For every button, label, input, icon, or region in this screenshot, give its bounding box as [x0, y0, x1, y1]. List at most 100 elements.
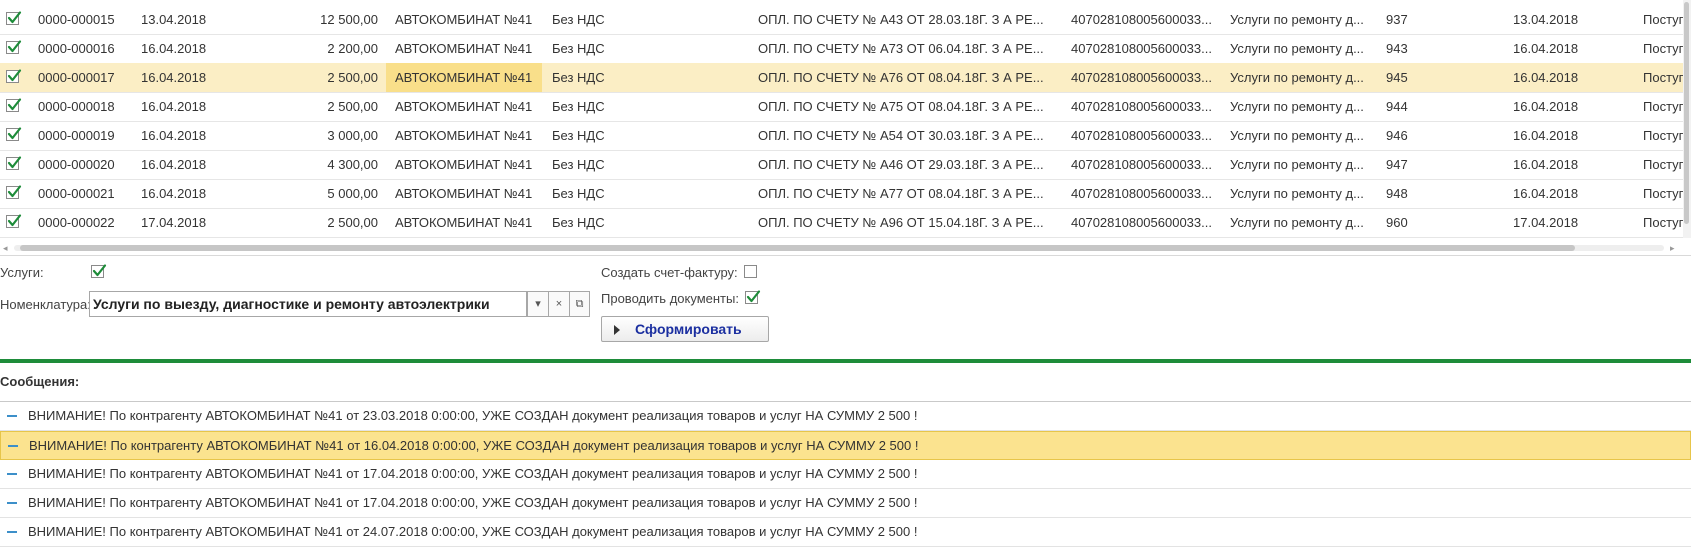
table-row[interactable]: 0000-000017 16.04.2018 2 500,00 АВТОКОМБИНА…	[0, 63, 1683, 93]
cell-counterparty: АВТОКОМБИНАТ №41	[395, 186, 533, 201]
horizontal-scrollbar[interactable]: ◂ ▸	[0, 242, 1683, 254]
dash-icon	[7, 473, 17, 475]
cell-service: Услуги по ремонту д...	[1230, 157, 1364, 172]
checkmark-icon	[7, 156, 22, 169]
row-checkbox[interactable]	[6, 156, 22, 170]
row-checkbox[interactable]	[6, 214, 22, 228]
cell-type: Поступ	[1643, 12, 1683, 27]
message-item[interactable]: ВНИМАНИЕ! По контрагенту АВТОКОМБИНАТ №4…	[0, 518, 1691, 547]
cell-type: Поступ	[1643, 128, 1683, 143]
scroll-left-icon[interactable]: ◂	[3, 242, 8, 254]
cell-date: 16.04.2018	[141, 99, 207, 114]
post-documents-checkbox[interactable]	[745, 290, 761, 304]
checkmark-icon	[7, 185, 22, 198]
cell-purpose: ОПЛ. ПО СЧЕТУ № А96 ОТ 15.04.18Г. З А РЕ…	[758, 215, 1044, 230]
cell-number: 0000-000021	[38, 186, 115, 201]
table-row[interactable]: 0000-000021 16.04.2018 5 000,00 АВТОКОМБИНА…	[0, 179, 1683, 209]
message-text: ВНИМАНИЕ! По контрагенту АВТОКОМБИНАТ №4…	[28, 466, 918, 481]
row-checkbox[interactable]	[6, 127, 22, 141]
nomenclature-dropdown-button[interactable]: ▾	[527, 291, 549, 317]
table-row[interactable]: 0000-000015 13.04.2018 12 500,00 АВТОКОМБИН…	[0, 5, 1683, 35]
message-item[interactable]: ВНИМАНИЕ! По контрагенту АВТОКОМБИНАТ №4…	[0, 431, 1691, 460]
table-row[interactable]: 0000-000018 16.04.2018 2 500,00 АВТОКОМБИНА…	[0, 92, 1683, 122]
dash-icon	[7, 415, 17, 417]
row-checkbox[interactable]	[6, 185, 22, 199]
cell-date: 16.04.2018	[141, 128, 207, 143]
cell-service: Услуги по ремонту д...	[1230, 12, 1364, 27]
scroll-right-icon[interactable]: ▸	[1670, 242, 1675, 254]
nomenclature-clear-button[interactable]: ×	[548, 291, 570, 317]
cell-vat: Без НДС	[552, 128, 605, 143]
section-separator	[0, 359, 1691, 363]
checkmark-icon	[7, 11, 22, 24]
message-item[interactable]: ВНИМАНИЕ! По контрагенту АВТОКОМБИНАТ №4…	[0, 489, 1691, 518]
services-checkbox[interactable]	[91, 264, 107, 278]
nomenclature-field[interactable]	[89, 291, 527, 317]
row-checkbox[interactable]	[6, 40, 22, 54]
cell-amount: 5 000,00	[327, 186, 378, 201]
table-bottom-divider	[0, 255, 1691, 256]
cell-doc-date: 17.04.2018	[1513, 215, 1579, 230]
services-label: Услуги:	[0, 265, 44, 280]
cell-vat: Без НДС	[552, 99, 605, 114]
generate-button[interactable]: Сформировать	[601, 316, 769, 342]
nomenclature-input[interactable]	[93, 294, 525, 314]
cell-doc-date: 16.04.2018	[1513, 128, 1579, 143]
cell-service: Услуги по ремонту д...	[1230, 41, 1364, 56]
chevron-down-icon: ▾	[535, 298, 541, 310]
table-row[interactable]: 0000-000022 17.04.2018 2 500,00 АВТОКОМБИНА…	[0, 208, 1683, 238]
cell-doc-no: 948	[1386, 186, 1408, 201]
nomenclature-open-button[interactable]: ⧉	[569, 291, 590, 317]
message-text: ВНИМАНИЕ! По контрагенту АВТОКОМБИНАТ №4…	[28, 408, 918, 423]
cell-service: Услуги по ремонту д...	[1230, 186, 1364, 201]
cell-account: 407028108005600033...	[1071, 12, 1212, 27]
checkmark-icon	[746, 290, 761, 303]
cell-counterparty: АВТОКОМБИНАТ №41	[395, 99, 533, 114]
cell-type: Поступ	[1643, 186, 1683, 201]
cell-account: 407028108005600033...	[1071, 157, 1212, 172]
cell-date: 16.04.2018	[141, 186, 207, 201]
horizontal-scrollbar-thumb[interactable]	[20, 245, 1575, 251]
cell-service: Услуги по ремонту д...	[1230, 215, 1364, 230]
create-invoice-checkbox[interactable]	[744, 265, 757, 278]
table-row[interactable]: 0000-000019 16.04.2018 3 000,00 АВТОКОМБИНА…	[0, 121, 1683, 151]
dash-icon	[7, 502, 17, 504]
cell-date: 17.04.2018	[141, 215, 207, 230]
table-row[interactable]: 0000-000016 16.04.2018 2 200,00 АВТОКОМБИНА…	[0, 34, 1683, 64]
message-item[interactable]: ВНИМАНИЕ! По контрагенту АВТОКОМБИНАТ №4…	[0, 460, 1691, 489]
cell-purpose: ОПЛ. ПО СЧЕТУ № А54 ОТ 30.03.18Г. З А РЕ…	[758, 128, 1044, 143]
cell-amount: 2 500,00	[327, 70, 378, 85]
table-row[interactable]: 0000-000020 16.04.2018 4 300,00 АВТОКОМБИНА…	[0, 150, 1683, 180]
cell-number: 0000-000022	[38, 215, 115, 230]
vertical-scrollbar-thumb[interactable]	[1684, 2, 1689, 224]
cell-vat: Без НДС	[552, 41, 605, 56]
message-text: ВНИМАНИЕ! По контрагенту АВТОКОМБИНАТ №4…	[28, 524, 918, 539]
cell-date: 16.04.2018	[141, 157, 207, 172]
message-item[interactable]: ВНИМАНИЕ! По контрагенту АВТОКОМБИНАТ №4…	[0, 402, 1691, 431]
open-window-icon: ⧉	[575, 298, 584, 310]
cell-purpose: ОПЛ. ПО СЧЕТУ № А73 ОТ 06.04.18Г. З А РЕ…	[758, 41, 1044, 56]
cell-account: 407028108005600033...	[1071, 70, 1212, 85]
dash-icon	[8, 445, 18, 447]
cell-amount: 4 300,00	[327, 157, 378, 172]
close-icon: ×	[555, 298, 563, 310]
cell-doc-date: 13.04.2018	[1513, 12, 1579, 27]
cell-doc-date: 16.04.2018	[1513, 186, 1579, 201]
cell-counterparty: АВТОКОМБИНАТ №41	[395, 128, 533, 143]
cell-doc-no: 960	[1386, 215, 1408, 230]
vertical-scrollbar[interactable]	[1683, 0, 1691, 238]
cell-purpose: ОПЛ. ПО СЧЕТУ № А77 ОТ 08.04.18Г. З А РЕ…	[758, 186, 1044, 201]
cell-date: 16.04.2018	[141, 41, 207, 56]
cell-counterparty: АВТОКОМБИНАТ №41	[395, 12, 533, 27]
row-checkbox[interactable]	[6, 69, 22, 83]
cell-type: Поступ	[1643, 99, 1683, 114]
row-checkbox[interactable]	[6, 98, 22, 112]
cell-doc-no: 943	[1386, 41, 1408, 56]
create-invoice-label: Создать счет-фактуру:	[601, 265, 738, 280]
nomenclature-label: Номенклатура:	[0, 297, 91, 312]
cell-type: Поступ	[1643, 157, 1683, 172]
play-triangle-icon	[614, 325, 620, 335]
cell-service: Услуги по ремонту д...	[1230, 128, 1364, 143]
cell-number: 0000-000019	[38, 128, 115, 143]
row-checkbox[interactable]	[6, 11, 22, 25]
